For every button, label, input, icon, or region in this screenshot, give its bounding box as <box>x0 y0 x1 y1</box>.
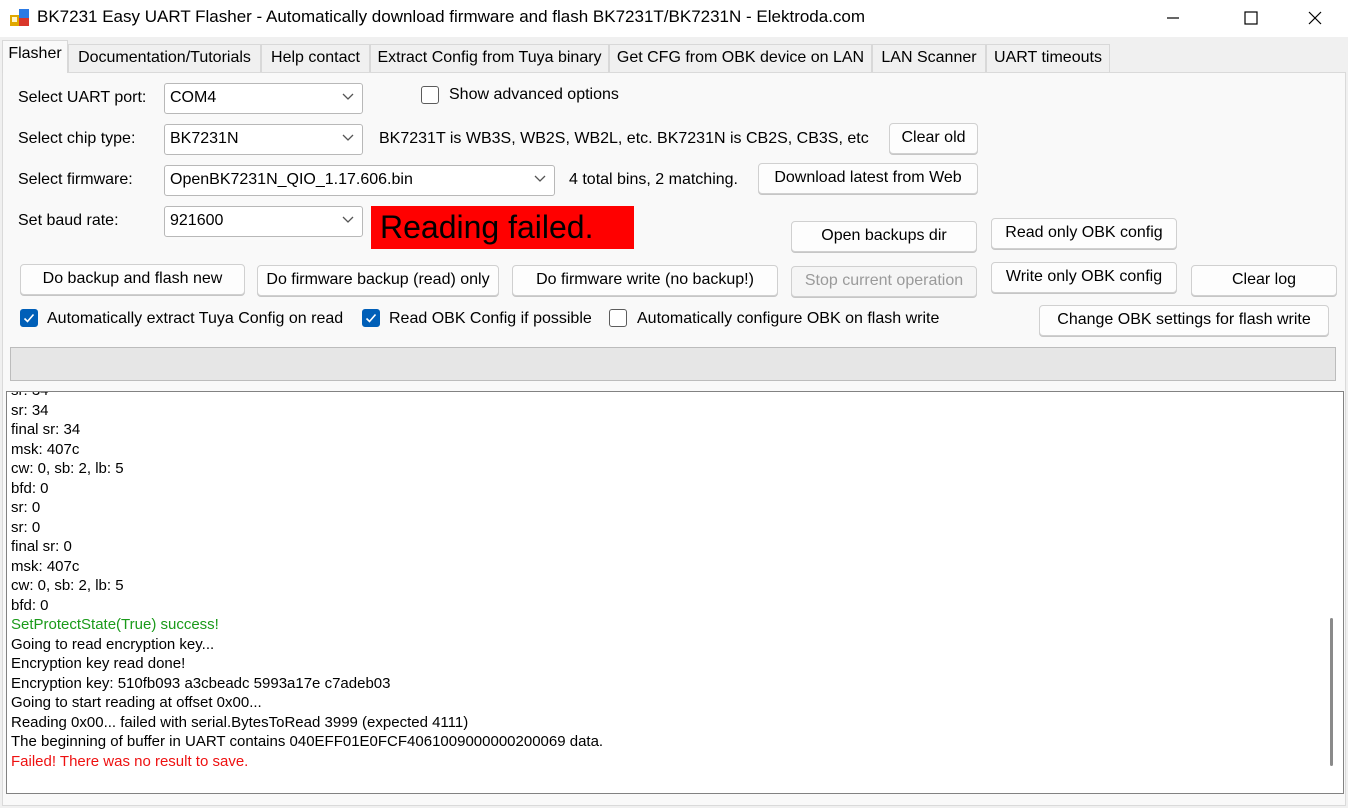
tab-help-contact[interactable]: Help contact <box>261 44 370 73</box>
tab-label: Documentation/Tutorials <box>78 49 251 66</box>
log-line: Encryption key: 510fb093 a3cbeadc 5993a1… <box>11 674 391 692</box>
firmware-write-only-button[interactable]: Do firmware write (no backup!) <box>512 265 778 296</box>
log-line: Going to read encryption key... <box>11 635 215 653</box>
tab-lan-scanner[interactable]: LAN Scanner <box>872 44 986 73</box>
chevron-down-icon <box>342 216 354 223</box>
log-line: cw: 0, sb: 2, lb: 5 <box>11 577 124 594</box>
tab-label: LAN Scanner <box>881 49 977 66</box>
minimize-button[interactable] <box>1144 0 1202 36</box>
backup-flash-new-button[interactable]: Do backup and flash new <box>20 264 245 295</box>
log-line: Encryption key read done! <box>11 655 186 672</box>
change-obk-settings-button[interactable]: Change OBK settings for flash write <box>1039 305 1329 336</box>
chip-type-value: BK7231N <box>170 130 239 147</box>
auto-extract-tuya-label: Automatically extract Tuya Config on rea… <box>47 310 344 327</box>
log-line: bfd: 0 <box>11 596 49 614</box>
maximize-button[interactable] <box>1222 0 1280 36</box>
write-obk-config-button[interactable]: Write only OBK config <box>991 262 1177 293</box>
tab-label: Flasher <box>8 45 62 62</box>
baud-rate-value: 921600 <box>170 212 224 229</box>
chip-type-label: Select chip type: <box>18 130 136 147</box>
log-line: msk: 407c <box>11 440 80 458</box>
progress-bar <box>10 347 1336 381</box>
baud-rate-label: Set baud rate: <box>18 212 119 229</box>
log-line: sr: 0 <box>11 518 41 536</box>
log-lines: sr: 34sr: 34 final sr: 34 msk: 407c cw: 0, … <box>11 392 604 771</box>
tab-extract-config[interactable]: Extract Config from Tuya binary <box>370 44 609 73</box>
firmware-label: Select firmware: <box>18 171 133 188</box>
clear-old-button[interactable]: Clear old <box>889 123 978 154</box>
log-line: Going to start reading at offset 0x00... <box>11 694 262 711</box>
log-scrollbar[interactable] <box>1321 392 1343 793</box>
log-line: sr: 34 <box>11 392 603 401</box>
tab-label: Extract Config from Tuya binary <box>377 49 602 66</box>
tab-label: Help contact <box>271 49 360 66</box>
tab-documentation[interactable]: Documentation/Tutorials <box>68 44 261 73</box>
auto-configure-obk-label: Automatically configure OBK on flash wri… <box>637 310 940 327</box>
tab-uart-timeouts[interactable]: UART timeouts <box>986 44 1110 73</box>
firmware-backup-only-button[interactable]: Do firmware backup (read) only <box>257 265 499 296</box>
window-title: BK7231 Easy UART Flasher - Automatically… <box>37 7 866 26</box>
close-icon <box>1308 11 1322 25</box>
read-obk-config-label: Read OBK Config if possible <box>389 310 592 327</box>
log-line: Failed! There was no result to save. <box>11 752 249 770</box>
check-icon <box>23 313 35 323</box>
baud-rate-select[interactable]: 921600 <box>164 206 363 237</box>
title-bar: BK7231 Easy UART Flasher - Automatically… <box>0 0 1348 37</box>
log-output[interactable]: sr: 34sr: 34 final sr: 34 msk: 407c cw: 0, … <box>6 391 1344 794</box>
auto-configure-obk-checkbox[interactable] <box>609 309 627 327</box>
log-line: bfd: 0 <box>11 479 49 497</box>
tab-get-cfg[interactable]: Get CFG from OBK device on LAN <box>609 44 872 73</box>
chevron-down-icon <box>342 134 354 141</box>
show-advanced-checkbox[interactable] <box>421 86 439 104</box>
tab-strip: Flasher Documentation/Tutorials Help con… <box>0 37 1348 73</box>
uart-port-select[interactable]: COM4 <box>164 83 363 114</box>
chip-type-select[interactable]: BK7231N <box>164 124 363 155</box>
firmware-value: OpenBK7231N_QIO_1.17.606.bin <box>170 171 413 188</box>
uart-port-label: Select UART port: <box>18 89 147 106</box>
stop-operation-button[interactable]: Stop current operation <box>791 266 977 297</box>
clear-log-button[interactable]: Clear log <box>1191 265 1337 296</box>
read-obk-config-button[interactable]: Read only OBK config <box>991 218 1177 249</box>
log-line: final sr: 0 <box>11 538 72 555</box>
tab-label: UART timeouts <box>994 49 1102 66</box>
status-banner: Reading failed. <box>371 206 634 249</box>
chevron-down-icon <box>342 93 354 100</box>
show-advanced-label: Show advanced options <box>449 86 619 103</box>
tab-flasher[interactable]: Flasher <box>2 40 68 73</box>
log-line: SetProtectState(True) success! <box>11 616 219 633</box>
uart-port-value: COM4 <box>170 89 217 106</box>
auto-extract-tuya-checkbox[interactable] <box>20 309 38 327</box>
firmware-count: 4 total bins, 2 matching. <box>569 171 738 188</box>
scrollbar-thumb[interactable] <box>1330 618 1333 766</box>
log-line: cw: 0, sb: 2, lb: 5 <box>11 460 124 477</box>
chevron-down-icon <box>534 175 546 182</box>
read-obk-config-checkbox[interactable] <box>362 309 380 327</box>
log-line: sr: 0 <box>11 499 41 516</box>
log-line: The beginning of buffer in UART contains… <box>11 733 604 750</box>
app-icon <box>10 9 29 26</box>
open-backups-button[interactable]: Open backups dir <box>791 221 977 252</box>
minimize-icon <box>1167 17 1179 19</box>
tab-label: Get CFG from OBK device on LAN <box>616 49 865 66</box>
log-line: final sr: 34 <box>11 421 81 438</box>
log-line: msk: 407c <box>11 557 80 575</box>
download-latest-button[interactable]: Download latest from Web <box>758 163 978 194</box>
close-button[interactable] <box>1286 0 1344 36</box>
firmware-select[interactable]: OpenBK7231N_QIO_1.17.606.bin <box>164 165 555 196</box>
check-icon <box>365 313 377 323</box>
chip-hint: BK7231T is WB3S, WB2S, WB2L, etc. BK7231… <box>379 130 869 147</box>
log-line: sr: 34 <box>11 401 49 419</box>
log-line: Reading 0x00... failed with serial.Bytes… <box>11 713 469 731</box>
maximize-icon <box>1244 11 1258 25</box>
